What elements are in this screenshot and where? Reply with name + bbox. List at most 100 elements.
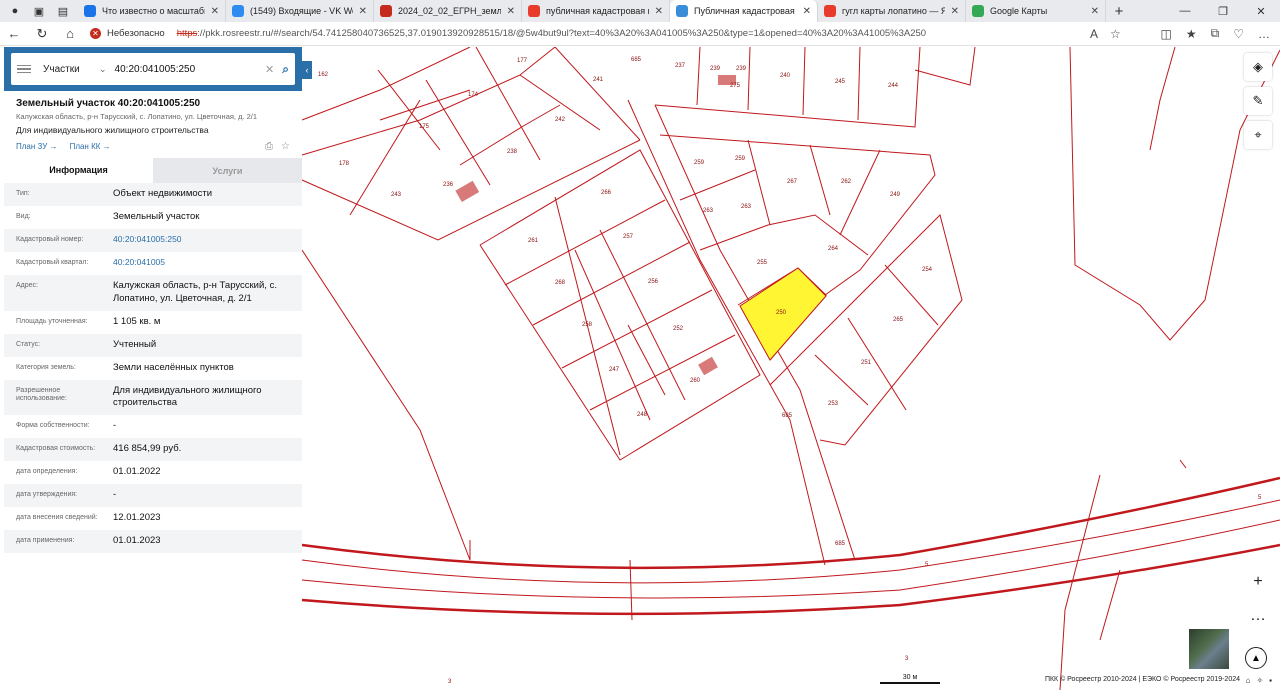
locate-icon[interactable]: ⌖ <box>1244 121 1272 149</box>
info-value: Земли населённых пунктов <box>113 361 234 373</box>
plan-zu-link[interactable]: План ЗУ → <box>16 142 58 151</box>
tab-services[interactable]: Услуги <box>153 158 302 183</box>
close-window-icon[interactable]: ✕ <box>1242 5 1280 18</box>
parcel-label: 258 <box>582 322 593 328</box>
parcel-label: 5 <box>925 562 929 568</box>
scale-bar: 30 м <box>880 674 940 684</box>
tab-title: 2024_02_02_ЕГРН_земля_вып <box>398 6 501 16</box>
parcel-label: 266 <box>601 190 612 196</box>
minimize-icon[interactable]: — <box>1166 5 1204 18</box>
info-row: Адрес: Калужская область, р-н Тарусский, … <box>4 275 302 311</box>
split-screen-icon[interactable]: ◫ <box>1161 27 1172 41</box>
parcel-label: 239 <box>736 66 747 72</box>
parcel-label: 265 <box>893 317 904 323</box>
parcel-label: 249 <box>890 192 901 198</box>
browser-tab[interactable]: Что известно о масштабном ✕ <box>78 0 226 22</box>
tab-close-icon[interactable]: ✕ <box>1091 6 1099 17</box>
read-aloud-icon[interactable]: A <box>1090 27 1098 41</box>
restore-icon[interactable]: ❐ <box>1204 5 1242 18</box>
browser-essentials-icon[interactable]: ♡ <box>1233 27 1244 41</box>
tab-favicon-icon <box>232 5 244 17</box>
info-value: 416 854,99 руб. <box>113 443 182 455</box>
new-tab-button[interactable]: + <box>1106 3 1132 20</box>
compass-icon[interactable]: ▲ <box>1245 647 1267 669</box>
layers-icon[interactable]: ◈ <box>1244 53 1272 81</box>
parcel-label: 241 <box>593 77 604 83</box>
browser-tab[interactable]: гугл карты лопатино — Янде ✕ <box>818 0 966 22</box>
parcel-label: 267 <box>787 179 798 185</box>
browser-tab[interactable]: Google Карты ✕ <box>966 0 1106 22</box>
parcel-label: 263 <box>703 208 714 214</box>
search-input[interactable]: 40:20:041005:250 <box>115 64 266 75</box>
more-zoom-icon[interactable]: … <box>1244 602 1272 630</box>
info-row: Кадастровый номер: 40:20:041005:250 <box>4 229 302 252</box>
parcel-label: 162 <box>318 72 329 78</box>
url-field[interactable]: ✕ Небезопасно https ://pkk.rosreestr.ru/… <box>90 24 1080 44</box>
building-260 <box>698 356 718 376</box>
browser-tab[interactable]: Публичная кадастровая карт ✕ <box>670 0 818 22</box>
search-category-select[interactable]: Участки <box>43 64 99 75</box>
home-map-icon[interactable]: ⌂ <box>1246 676 1251 685</box>
parcel-label: 259 <box>694 160 705 166</box>
info-label: дата применения: <box>16 537 75 545</box>
tab-title: (1549) Входящие - VK WorkM <box>250 6 353 16</box>
tab-close-icon[interactable]: ✕ <box>211 6 219 17</box>
copyright-text: ПКК © Росреестр 2010-2024 | ЕЭКО © Росре… <box>1044 676 1240 683</box>
tab-title: Что известно о масштабном <box>102 6 205 16</box>
parcel-label: 685 <box>631 57 642 63</box>
zoom-in-button[interactable]: + <box>1244 568 1272 596</box>
favorites-icon[interactable]: ★ <box>1186 27 1197 41</box>
print-map-icon[interactable]: ▪ <box>1269 676 1272 685</box>
info-label: Кадастровая стоимость: <box>16 445 96 453</box>
clear-icon[interactable]: ✕ <box>265 63 274 76</box>
tab-close-icon[interactable]: ✕ <box>655 6 663 17</box>
plan-kk-link[interactable]: План КК → <box>70 142 111 151</box>
info-value: 01.01.2022 <box>113 466 161 478</box>
print-icon[interactable]: ⎙ <box>265 141 273 152</box>
more-options-icon[interactable]: … <box>1258 27 1270 41</box>
info-value[interactable]: 40:20:041005:250 <box>113 234 290 245</box>
info-label: Форма собственности: <box>16 422 90 430</box>
tab-close-icon[interactable]: ✕ <box>507 6 515 17</box>
favorite-star-icon[interactable]: ☆ <box>1110 27 1121 41</box>
home-icon[interactable]: ⌂ <box>56 26 84 41</box>
info-row: Кадастровый квартал: 40:20:041005 <box>4 252 302 275</box>
back-icon[interactable]: ← <box>0 26 28 41</box>
info-row: Тип: Объект недвижимости <box>4 183 302 206</box>
workspaces-icon[interactable]: ▣ <box>32 4 46 18</box>
browser-tab[interactable]: 2024_02_02_ЕГРН_земля_вып ✕ <box>374 0 522 22</box>
collapse-panel-button[interactable]: ‹ <box>302 61 312 79</box>
info-row: дата применения: 01.01.2023 <box>4 530 302 554</box>
collections-icon[interactable]: ⧉ <box>1211 26 1220 41</box>
tab-close-icon[interactable]: ✕ <box>803 6 811 17</box>
parcel-label: 238 <box>507 149 518 155</box>
parcel-label: 253 <box>828 401 839 407</box>
navigate-icon[interactable]: ✧ <box>1256 676 1263 685</box>
info-value: 1 105 кв. м <box>113 315 161 327</box>
browser-tab[interactable]: (1549) Входящие - VK WorkM ✕ <box>226 0 374 22</box>
basemap-switcher[interactable] <box>1188 628 1230 670</box>
info-label: Кадастровый номер: <box>16 236 84 243</box>
browser-tab-bar: ● ▣ ▤ Что известно о масштабном✕(1549) В… <box>0 0 1280 22</box>
tab-info[interactable]: Информация <box>4 158 153 183</box>
menu-icon[interactable] <box>17 64 31 74</box>
parcel-label: 243 <box>391 192 402 198</box>
search-icon[interactable]: ⌕ <box>282 62 289 77</box>
bookmark-star-icon[interactable]: ☆ <box>281 141 290 152</box>
tab-close-icon[interactable]: ✕ <box>951 6 959 17</box>
tab-favicon-icon <box>84 5 96 17</box>
refresh-icon[interactable]: ↻ <box>28 26 56 42</box>
browser-tab[interactable]: публичная кадастровая карт ✕ <box>522 0 670 22</box>
info-value[interactable]: 40:20:041005 <box>113 257 290 268</box>
info-value: 12.01.2023 <box>113 512 161 524</box>
tab-close-icon[interactable]: ✕ <box>359 6 367 17</box>
tab-actions-icon[interactable]: ▤ <box>56 4 70 18</box>
tab-title: Публичная кадастровая карт <box>694 6 797 16</box>
profile-icon[interactable]: ● <box>8 4 22 18</box>
chevron-down-icon[interactable]: ⌄ <box>99 64 107 75</box>
search-box[interactable]: Участки ⌄ 40:20:041005:250 ✕ ⌕ <box>11 53 295 85</box>
ruler-icon[interactable]: ✎ <box>1244 87 1272 115</box>
info-label: дата утверждения: <box>16 491 78 499</box>
info-label: Адрес: <box>16 282 38 289</box>
url-scheme: https <box>176 28 198 39</box>
